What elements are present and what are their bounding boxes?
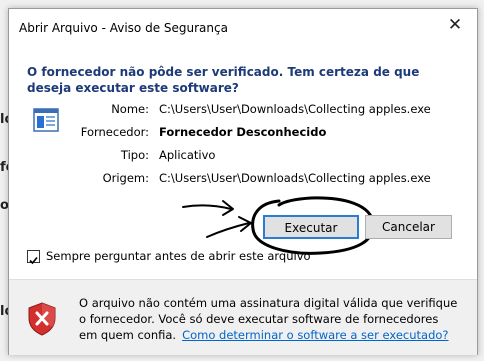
name-value: C:\Users\User\Downloads\Collecting apple…: [159, 102, 431, 116]
type-label: Tipo:: [120, 148, 149, 162]
origin-value: C:\Users\User\Downloads\Collecting apple…: [159, 171, 431, 185]
warning-question: O fornecedor não pôde ser verificado. Te…: [27, 65, 420, 95]
publisher-label: Fornecedor:: [80, 125, 149, 139]
publisher-value: Fornecedor Desconhecido: [159, 125, 327, 139]
window-title: Abrir Arquivo - Aviso de Segurança: [19, 21, 228, 35]
name-label: Nome:: [111, 102, 149, 116]
hand-drawn-arrows: [182, 200, 252, 238]
checkmark-icon: [29, 256, 38, 265]
close-icon[interactable]: ✕: [443, 15, 467, 39]
security-warning-dialog: Abrir Arquivo - Aviso de Segurança ✕ O f…: [8, 8, 478, 355]
cancel-button[interactable]: Cancelar: [365, 215, 452, 239]
always-ask-checkbox[interactable]: [27, 250, 40, 265]
type-value: Aplicativo: [159, 148, 216, 162]
origin-label: Origem:: [102, 171, 149, 185]
title-bar[interactable]: Abrir Arquivo - Aviso de Segurança ✕: [9, 9, 477, 47]
security-warning-shield-icon: [28, 302, 56, 336]
footer-message: O arquivo não contém uma assinatura digi…: [79, 295, 459, 343]
run-button[interactable]: Executar: [263, 215, 359, 239]
help-link[interactable]: Como determinar o software a ser executa…: [182, 328, 448, 342]
always-ask-label: Sempre perguntar antes de abrir este arq…: [46, 249, 311, 263]
footer-panel: O arquivo não contém uma assinatura digi…: [9, 279, 477, 355]
